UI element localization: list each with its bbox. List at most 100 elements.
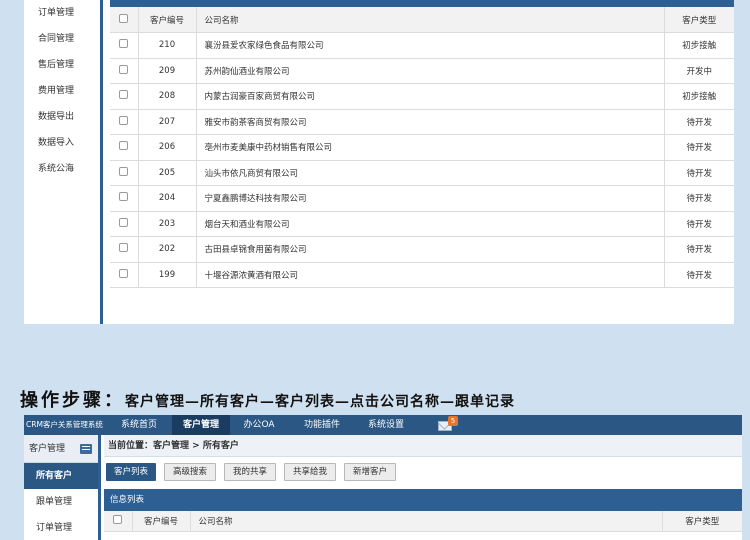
- nav-plugins[interactable]: 功能插件: [292, 415, 352, 435]
- sidebar-item-after-sales[interactable]: 售后管理: [24, 52, 100, 78]
- add-customer-button[interactable]: 新增客户: [344, 463, 396, 481]
- row-checkbox[interactable]: [119, 192, 129, 202]
- company-name-link[interactable]: 内蒙古润豪百家商贸有限公司: [196, 83, 665, 110]
- select-all-cell: [110, 7, 138, 33]
- row-checkbox[interactable]: [119, 39, 129, 49]
- caption-lead: 操作步骤：: [20, 390, 125, 411]
- instruction-caption: 操作步骤：客户管理—所有客户—客户列表—点击公司名称—跟单记录: [20, 386, 515, 412]
- customer-type: 开发中: [664, 58, 734, 84]
- customer-id: 203: [137, 211, 197, 237]
- sidebar-item-all-customers[interactable]: 所有客户: [24, 463, 98, 489]
- app-sidebar: 客户管理 所有客户 跟单管理 订单管理: [24, 435, 98, 540]
- nav-home[interactable]: 系统首页: [108, 415, 170, 435]
- company-name-link[interactable]: 雅安市韵茶客商贸有限公司: [196, 109, 665, 135]
- row-checkbox-cell: [110, 32, 138, 59]
- sidebar-header: 客户管理: [24, 435, 98, 463]
- customer-id: 210: [137, 32, 197, 59]
- column-header-name[interactable]: 公司名称: [196, 7, 665, 33]
- my-shares-button[interactable]: 我的共享: [224, 463, 276, 481]
- customer-id: 199: [137, 262, 197, 288]
- table-row: 204 宁夏鑫鹏博达科技有限公司 待开发: [110, 185, 734, 212]
- row-checkbox-cell: [110, 185, 138, 212]
- customer-table: 客户编号 公司名称 客户类型 210 襄汾县爱农家绿色食品有限公司 初步接触 2…: [110, 7, 734, 288]
- company-name-link[interactable]: 烟台天和酒业有限公司: [196, 211, 665, 237]
- sidebar-item-orders[interactable]: 订单管理: [24, 515, 98, 540]
- column-header-id[interactable]: 客户编号: [131, 511, 191, 532]
- customer-type: 待开发: [664, 109, 734, 135]
- top-screenshot: 订单管理 合同管理 售后管理 费用管理 数据导出 数据导入 系统公海 客户编号 …: [24, 0, 734, 324]
- row-checkbox[interactable]: [119, 268, 129, 278]
- company-name-link[interactable]: 汕头市依凡商贸有限公司: [196, 160, 665, 186]
- row-checkbox[interactable]: [119, 166, 129, 176]
- sidebar-item-follow-up[interactable]: 跟单管理: [24, 489, 98, 515]
- company-name-link[interactable]: 宁夏鑫鹏博达科技有限公司: [196, 185, 665, 212]
- customer-list-button[interactable]: 客户列表: [106, 463, 156, 481]
- customer-id: 204: [137, 185, 197, 212]
- table-row: 206 亳州市麦美康中药材销售有限公司 待开发: [110, 134, 734, 161]
- sidebar-item-public-pool[interactable]: 系统公海: [24, 156, 100, 182]
- row-checkbox[interactable]: [119, 90, 129, 100]
- table-row: 203 烟台天和酒业有限公司 待开发: [110, 211, 734, 237]
- row-checkbox-cell: [110, 109, 138, 135]
- table-row: 209 苏州韵仙酒业有限公司 开发中: [110, 58, 734, 84]
- panel-header-strip: [110, 0, 734, 7]
- row-checkbox[interactable]: [119, 141, 129, 151]
- table-row: 208 内蒙古润豪百家商贸有限公司 初步接触: [110, 83, 734, 110]
- mail-count-badge: 5: [448, 416, 458, 426]
- row-checkbox[interactable]: [119, 64, 129, 74]
- info-list-title: 信息列表: [104, 489, 742, 511]
- table-row: 205 汕头市依凡商贸有限公司 待开发: [110, 160, 734, 186]
- customer-id: 209: [137, 58, 197, 84]
- advanced-search-button[interactable]: 高级搜索: [164, 463, 216, 481]
- select-all-checkbox[interactable]: [119, 13, 129, 23]
- customer-type: 待开发: [664, 185, 734, 212]
- row-checkbox[interactable]: [119, 217, 129, 227]
- company-name-link[interactable]: 古田县卓锦食用菌有限公司: [196, 236, 665, 263]
- row-checkbox-cell: [110, 58, 138, 84]
- customer-type: 待开发: [664, 134, 734, 161]
- customer-id: 206: [137, 134, 197, 161]
- row-checkbox-cell: [110, 160, 138, 186]
- nav-settings[interactable]: 系统设置: [356, 415, 416, 435]
- table-row: 210 襄汾县爱农家绿色食品有限公司 初步接触: [110, 32, 734, 59]
- customer-type: 初步接触: [664, 32, 734, 59]
- column-header-id[interactable]: 客户编号: [137, 7, 197, 33]
- sidebar-item-orders[interactable]: 订单管理: [24, 0, 100, 26]
- sidebar-item-contracts[interactable]: 合同管理: [24, 26, 100, 52]
- sidebar-item-expenses[interactable]: 费用管理: [24, 78, 100, 104]
- sidebar-item-data-export[interactable]: 数据导出: [24, 104, 100, 130]
- row-checkbox[interactable]: [119, 115, 129, 125]
- row-checkbox-cell: [110, 262, 138, 288]
- column-header-type[interactable]: 客户类型: [664, 7, 734, 33]
- nav-customer-management[interactable]: 客户管理: [172, 415, 230, 435]
- caption-steps: 客户管理—所有客户—客户列表—点击公司名称—跟单记录: [125, 394, 515, 410]
- table-header-row: 客户编号 公司名称 客户类型: [110, 7, 734, 33]
- table-row: 202 古田县卓锦食用菌有限公司 待开发: [110, 236, 734, 263]
- column-header-type[interactable]: 客户类型: [662, 511, 742, 532]
- company-name-link[interactable]: 苏州韵仙酒业有限公司: [196, 58, 665, 84]
- column-header-name[interactable]: 公司名称: [190, 511, 663, 532]
- nav-office-oa[interactable]: 办公OA: [234, 415, 284, 435]
- table-row: 199 十堰谷源浓黄酒有限公司 待开发: [110, 262, 734, 288]
- bottom-screenshot: CRM客户关系管理系统 系统首页 客户管理 办公OA 功能插件 系统设置 5 客…: [24, 415, 742, 540]
- customer-list-table: 客户编号 公司名称 客户类型: [104, 511, 742, 532]
- select-all-checkbox[interactable]: [113, 514, 123, 524]
- collapse-icon[interactable]: [80, 444, 92, 454]
- app-topbar: CRM客户关系管理系统 系统首页 客户管理 办公OA 功能插件 系统设置 5: [24, 415, 742, 435]
- company-name-link[interactable]: 亳州市麦美康中药材销售有限公司: [196, 134, 665, 161]
- company-name-link[interactable]: 十堰谷源浓黄酒有限公司: [196, 262, 665, 288]
- row-checkbox-cell: [110, 236, 138, 263]
- row-checkbox-cell: [110, 83, 138, 110]
- row-checkbox[interactable]: [119, 243, 129, 253]
- sidebar-item-data-import[interactable]: 数据导入: [24, 130, 100, 156]
- customer-type: 待开发: [664, 236, 734, 263]
- shared-with-me-button[interactable]: 共享给我: [284, 463, 336, 481]
- sidebar-divider: [100, 0, 103, 324]
- toolbar: 客户列表 高级搜索 我的共享 共享给我 新增客户: [104, 457, 742, 487]
- table-row: 207 雅安市韵茶客商贸有限公司 待开发: [110, 109, 734, 135]
- row-checkbox-cell: [110, 134, 138, 161]
- breadcrumb: 当前位置：客户管理 > 所有客户: [104, 435, 742, 457]
- company-name-link[interactable]: 襄汾县爱农家绿色食品有限公司: [196, 32, 665, 59]
- customer-type: 待开发: [664, 211, 734, 237]
- row-checkbox-cell: [110, 211, 138, 237]
